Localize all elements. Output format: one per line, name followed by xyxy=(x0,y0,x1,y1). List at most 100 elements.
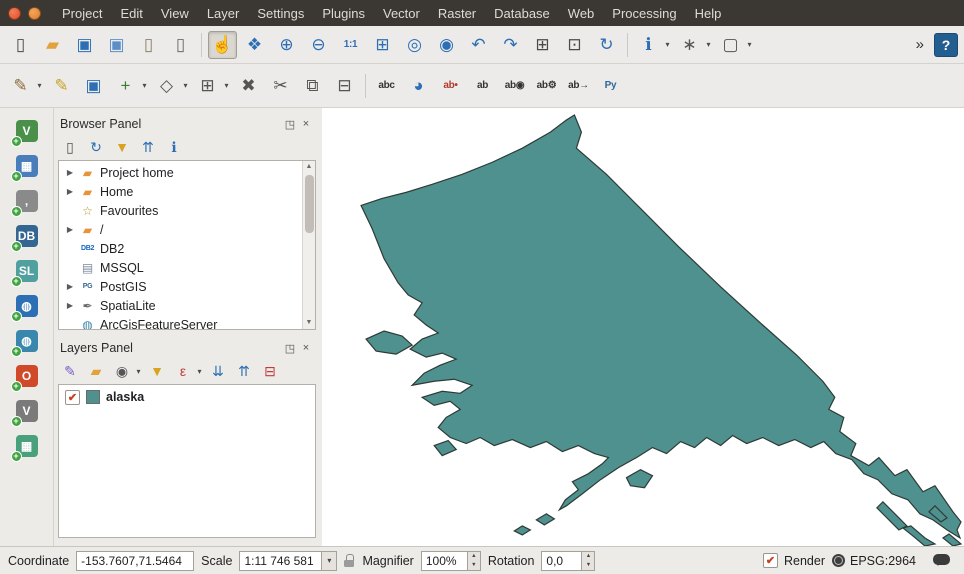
add-postgis-layer[interactable]: DB + xyxy=(14,223,40,249)
filter-browser[interactable]: ▼ xyxy=(110,135,134,159)
browser-item-project-home[interactable]: ▶ ▰ Project home xyxy=(59,163,315,182)
current-edits[interactable]: ✎ xyxy=(6,72,35,100)
browser-item-arcgisfeatureserver[interactable]: ◍ ArcGisFeatureServer xyxy=(59,315,315,330)
modify-attributes[interactable]: ⊞ xyxy=(193,72,222,100)
browser-scrollbar[interactable]: ▲ ▼ xyxy=(302,161,315,329)
chevron-down-icon[interactable]: ▾ xyxy=(745,40,754,49)
chevron-down-icon[interactable]: ▾ xyxy=(181,81,190,90)
refresh-browser[interactable]: ↻ xyxy=(84,135,108,159)
close-panel-icon[interactable]: × xyxy=(298,340,314,356)
menu-settings[interactable]: Settings xyxy=(248,2,313,25)
float-panel-icon[interactable]: ◳ xyxy=(282,116,298,132)
add-group[interactable]: ▰ xyxy=(84,359,108,383)
expand-all[interactable]: ⇊ xyxy=(206,359,230,383)
save-layer-edits[interactable]: ▣ xyxy=(79,72,108,100)
chevron-down-icon[interactable]: ▾ xyxy=(134,367,143,376)
window-minimize-button[interactable] xyxy=(28,7,41,20)
add-selected-layers[interactable]: ▯ xyxy=(58,135,82,159)
spin-up-icon[interactable]: ▲ xyxy=(468,552,480,561)
browser-item-db2[interactable]: DB2 DB2 xyxy=(59,239,315,258)
identify-features[interactable]: ℹ xyxy=(634,31,663,59)
refresh-map[interactable]: ↻ xyxy=(592,31,621,59)
scroll-up-icon[interactable]: ▲ xyxy=(306,161,313,173)
add-wms-layer[interactable]: ◍ + xyxy=(14,293,40,319)
layer-diagram-options[interactable]: ◕ xyxy=(404,72,433,100)
spin-down-icon[interactable]: ▼ xyxy=(468,561,480,570)
magnifier-input[interactable] xyxy=(421,551,467,571)
new-project[interactable]: ▯ xyxy=(6,31,35,59)
rotation-spinbox[interactable]: ▲▼ xyxy=(541,551,595,571)
help-button[interactable]: ? xyxy=(934,33,958,57)
new-map-view[interactable]: ⊞ xyxy=(528,31,557,59)
expand-arrow-icon[interactable]: ▶ xyxy=(65,168,75,177)
filter-legend[interactable]: ▼ xyxy=(145,359,169,383)
menu-web[interactable]: Web xyxy=(559,2,604,25)
add-wfs-layer[interactable]: ◍ + xyxy=(14,328,40,354)
close-panel-icon[interactable]: × xyxy=(298,116,314,132)
render-checkbox[interactable] xyxy=(763,553,778,568)
float-panel-icon[interactable]: ◳ xyxy=(282,340,298,356)
open-layer-styling[interactable]: ✎ xyxy=(58,359,82,383)
crs-status[interactable]: EPSG:2964 xyxy=(832,554,916,568)
add-vector-layer[interactable]: V + xyxy=(14,118,40,144)
pan-map[interactable]: ☝ xyxy=(208,31,237,59)
browser-item-favourites[interactable]: ☆ Favourites xyxy=(59,201,315,220)
layer-visibility-checkbox[interactable] xyxy=(65,390,80,405)
zoom-next[interactable]: ↷ xyxy=(496,31,525,59)
chevron-down-icon[interactable]: ▾ xyxy=(140,81,149,90)
window-close-button[interactable] xyxy=(8,7,21,20)
menu-project[interactable]: Project xyxy=(53,2,111,25)
toggle-editing[interactable]: ✎ xyxy=(47,72,76,100)
chevron-down-icon[interactable]: ▾ xyxy=(663,40,672,49)
copy-features[interactable]: ⧉ xyxy=(298,72,327,100)
expand-arrow-icon[interactable]: ▶ xyxy=(65,225,75,234)
open-project[interactable]: ▰ xyxy=(38,31,67,59)
coordinate-input[interactable] xyxy=(76,551,194,571)
zoom-last[interactable]: ↶ xyxy=(464,31,493,59)
spin-arrows[interactable]: ▲▼ xyxy=(581,551,595,571)
map-canvas[interactable] xyxy=(322,108,964,546)
change-label-properties[interactable]: ab→ xyxy=(564,72,593,100)
toolbar-overflow-button[interactable]: » xyxy=(916,36,924,53)
scale-combo[interactable]: ▾ xyxy=(239,551,337,571)
layer-labeling-options[interactable]: abc xyxy=(372,72,401,100)
browser-item-mssql[interactable]: ▤ MSSQL xyxy=(59,258,315,277)
pan-to-selection[interactable]: ❖ xyxy=(240,31,269,59)
vertex-tool[interactable]: ◇ xyxy=(152,72,181,100)
zoom-to-selection[interactable]: ◎ xyxy=(400,31,429,59)
lock-scale-icon[interactable] xyxy=(344,554,355,568)
paste-features[interactable]: ⊟ xyxy=(330,72,359,100)
add-mesh-layer[interactable]: ▦ + xyxy=(14,433,40,459)
add-raster-layer[interactable]: ▦ + xyxy=(14,153,40,179)
run-feature-action[interactable]: ∗ xyxy=(675,31,704,59)
browser-properties[interactable]: ℹ xyxy=(162,135,186,159)
menu-layer[interactable]: Layer xyxy=(198,2,249,25)
menu-vector[interactable]: Vector xyxy=(374,2,429,25)
spin-arrows[interactable]: ▲▼ xyxy=(467,551,481,571)
save-project[interactable]: ▣ xyxy=(70,31,99,59)
menu-processing[interactable]: Processing xyxy=(603,2,685,25)
expand-arrow-icon[interactable]: ▶ xyxy=(65,301,75,310)
filter-by-expression[interactable]: ε xyxy=(171,359,195,383)
chevron-down-icon[interactable]: ▾ xyxy=(35,81,44,90)
messages-icon[interactable] xyxy=(933,554,950,565)
zoom-full-extent[interactable]: ⊞ xyxy=(368,31,397,59)
zoom-in[interactable]: ⊕ xyxy=(272,31,301,59)
browser-item-spatialite[interactable]: ▶ ✒ SpatiaLite xyxy=(59,296,315,315)
chevron-down-icon[interactable]: ▾ xyxy=(704,40,713,49)
expand-arrow-icon[interactable]: ▶ xyxy=(65,187,75,196)
new-print-layout[interactable]: ▯ xyxy=(134,31,163,59)
layer-row-alaska[interactable]: alaska xyxy=(59,385,315,409)
remove-layer[interactable]: ⊟ xyxy=(258,359,282,383)
rotation-input[interactable] xyxy=(541,551,581,571)
show-layout-manager[interactable]: ▯ xyxy=(166,31,195,59)
menu-edit[interactable]: Edit xyxy=(111,2,151,25)
chevron-down-icon[interactable]: ▾ xyxy=(321,551,337,571)
magnifier-spinbox[interactable]: ▲▼ xyxy=(421,551,481,571)
browser-item-root[interactable]: ▶ ▰ / xyxy=(59,220,315,239)
browser-item-home[interactable]: ▶ ▰ Home xyxy=(59,182,315,201)
show-hide-labels[interactable]: ab◉ xyxy=(500,72,529,100)
select-features[interactable]: ▢ xyxy=(716,31,745,59)
browser-item-postgis[interactable]: ▶ PG PostGIS xyxy=(59,277,315,296)
menu-raster[interactable]: Raster xyxy=(429,2,485,25)
